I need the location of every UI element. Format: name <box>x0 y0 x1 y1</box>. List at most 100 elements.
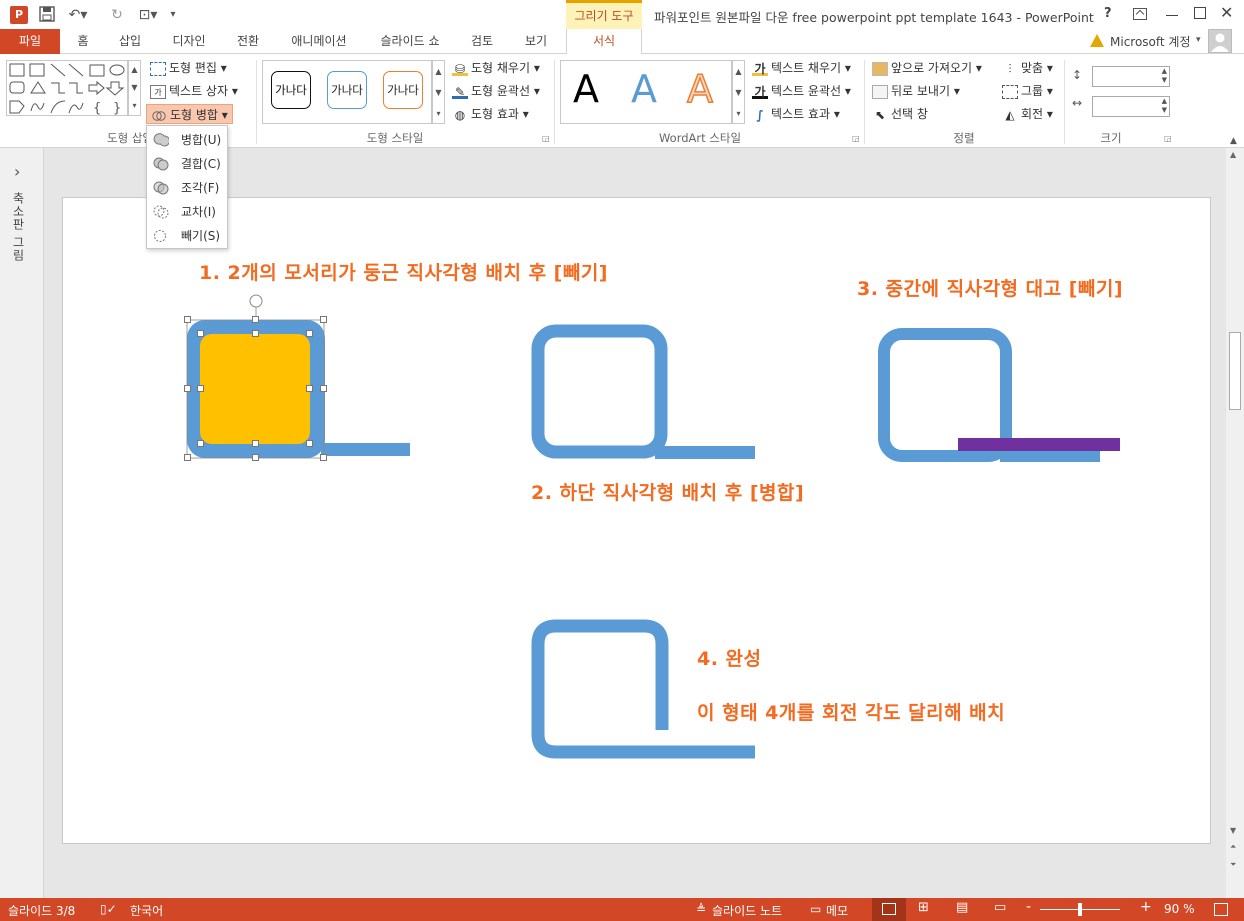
slide-counter[interactable]: 슬라이드 3/8 <box>8 902 75 919</box>
tab-file[interactable]: 파일 <box>0 29 60 54</box>
zoom-out-button[interactable]: - <box>1026 899 1031 915</box>
previous-slide-icon[interactable]: ⏶ <box>1230 842 1236 852</box>
start-from-beginning-icon[interactable]: ⊡▾ <box>136 6 160 24</box>
language-indicator[interactable]: 한국어 <box>130 902 163 919</box>
shape-styles-launcher-icon[interactable]: ◲ <box>542 134 550 143</box>
tab-slideshow[interactable]: 슬라이드 쇼 <box>370 29 450 54</box>
comments-button[interactable]: 메모 <box>826 902 848 919</box>
wordart-gallery[interactable]: A A A <box>560 60 732 124</box>
minimize-button[interactable] <box>1166 15 1178 16</box>
scroll-down-icon[interactable]: ▼ <box>1230 826 1236 835</box>
inner-handle-bl[interactable] <box>197 440 204 447</box>
resize-handle-tr[interactable] <box>320 316 327 323</box>
redo-icon[interactable]: ↻ <box>108 6 126 24</box>
wordart-scroll[interactable]: ▲ ▼ ▾ <box>732 60 745 124</box>
shape-style-preset-3[interactable]: 가나다 <box>383 71 423 109</box>
resize-handle-bl[interactable] <box>184 454 191 461</box>
resize-handle-tl[interactable] <box>184 316 191 323</box>
expand-thumbnails-icon[interactable]: › <box>14 162 20 181</box>
menu-item-subtract[interactable]: 빼기(S) <box>149 224 225 248</box>
width-input[interactable]: ▲ ▼ <box>1092 96 1170 117</box>
tab-review[interactable]: 검토 <box>462 29 502 54</box>
tab-format[interactable]: 서식 <box>566 29 642 55</box>
next-slide-icon[interactable]: ⏷ <box>1230 860 1236 870</box>
thumbnail-pane[interactable]: › 축소판 그림 <box>0 148 44 898</box>
inner-rounded-rectangle[interactable] <box>200 334 310 444</box>
ribbon-display-options-icon[interactable] <box>1133 8 1147 20</box>
zoom-slider-thumb[interactable] <box>1078 903 1082 916</box>
tab-transitions[interactable]: 전환 <box>228 29 268 54</box>
menu-item-combine[interactable]: 결합(C) <box>149 152 225 176</box>
undo-icon[interactable]: ↶▾ <box>66 6 90 24</box>
shape-fill-button[interactable]: ⛁ 도형 채우기 ▾ <box>452 58 540 78</box>
bottom-bar-rectangle[interactable] <box>321 443 410 456</box>
normal-view-button[interactable] <box>872 898 906 921</box>
resize-handle-tm[interactable] <box>252 316 259 323</box>
inner-handle-mr[interactable] <box>306 385 313 392</box>
rotation-handle-icon[interactable] <box>249 294 263 308</box>
account-link[interactable]: Microsoft 계정 <box>1110 33 1191 50</box>
tab-insert[interactable]: 삽입 <box>110 29 150 54</box>
menu-item-intersect[interactable]: 교차(I) <box>149 200 225 224</box>
collapse-ribbon-icon[interactable]: ▲ <box>1230 136 1237 146</box>
save-icon[interactable] <box>38 6 56 24</box>
text-fill-button[interactable]: 가 텍스트 채우기 ▾ <box>752 58 851 78</box>
resize-handle-ml[interactable] <box>184 385 191 392</box>
edit-shape-button[interactable]: 도형 편집 ▾ <box>150 58 227 78</box>
tab-animations[interactable]: 애니메이션 <box>282 29 356 54</box>
step3-bottom-bar[interactable] <box>1000 450 1100 462</box>
zoom-in-button[interactable]: + <box>1140 899 1152 915</box>
wordart-launcher-icon[interactable]: ◲ <box>852 134 860 143</box>
reading-view-icon[interactable]: ▤ <box>956 900 968 915</box>
selection-pane-button[interactable]: ⬉ 선택 창 <box>872 104 928 124</box>
menu-item-fragment[interactable]: 조각(F) <box>149 176 225 200</box>
completed-shape[interactable] <box>531 619 755 759</box>
resize-handle-br[interactable] <box>320 454 327 461</box>
account-dropdown-icon[interactable]: ▾ <box>1196 35 1201 45</box>
merge-shapes-button[interactable]: 도형 병합 ▾ <box>146 104 233 124</box>
size-launcher-icon[interactable]: ◲ <box>1164 134 1172 143</box>
shape-effects-button[interactable]: ◍ 도형 효과 ▾ <box>452 104 529 124</box>
inner-handle-tr[interactable] <box>306 330 313 337</box>
shape-gallery-scroll[interactable]: ▲ ▼ ▾ <box>128 60 141 116</box>
notes-button[interactable]: 슬라이드 노트 <box>712 902 782 919</box>
wordart-style-blue[interactable]: A <box>631 67 657 111</box>
inner-handle-ml[interactable] <box>197 385 204 392</box>
text-outline-button[interactable]: 가 텍스트 윤곽선 ▾ <box>752 81 851 101</box>
avatar[interactable] <box>1208 29 1232 53</box>
fit-slide-icon[interactable] <box>1214 903 1228 916</box>
resize-handle-mr[interactable] <box>320 385 327 392</box>
text-box-button[interactable]: 가 텍스트 상자 ▾ <box>150 81 238 101</box>
shape-style-scroll[interactable]: ▲ ▼ ▾ <box>432 60 445 124</box>
wordart-style-orange-outline[interactable]: A <box>686 66 714 112</box>
zoom-slider[interactable] <box>1040 903 1120 916</box>
shape-style-preset-1[interactable]: 가나다 <box>271 71 311 109</box>
shape-outline-button[interactable]: ✎ 도형 윤곽선 ▾ <box>452 81 540 101</box>
menu-item-union[interactable]: 병합(U) <box>149 128 225 152</box>
customize-qat-icon[interactable]: ▾ <box>164 6 182 24</box>
text-effects-button[interactable]: ∫ 텍스트 효과 ▾ <box>752 104 840 124</box>
step3-frame-outline[interactable] <box>878 328 1012 462</box>
slideshow-view-icon[interactable]: ▭ <box>994 900 1006 915</box>
shape-style-gallery[interactable]: 가나다 가나다 가나다 <box>262 60 432 124</box>
height-input[interactable]: ▲ ▼ <box>1092 66 1170 87</box>
resize-handle-bm[interactable] <box>252 454 259 461</box>
tab-view[interactable]: 보기 <box>514 29 558 54</box>
restore-button[interactable] <box>1194 7 1206 19</box>
inner-handle-bm[interactable] <box>252 440 259 447</box>
tab-design[interactable]: 디자인 <box>164 29 214 54</box>
align-button[interactable]: ⫶ 맞춤 ▾ <box>1002 58 1052 78</box>
shape-gallery[interactable]: {} <box>6 60 128 116</box>
vertical-scrollbar[interactable]: ▲ ▼ ⏶ ⏷ <box>1226 148 1244 898</box>
inner-handle-tl[interactable] <box>197 330 204 337</box>
inner-handle-tm[interactable] <box>252 330 259 337</box>
inner-handle-br[interactable] <box>306 440 313 447</box>
help-button[interactable]: ? <box>1104 6 1112 21</box>
scroll-up-icon[interactable]: ▲ <box>1230 150 1236 159</box>
merged-bottom-bar[interactable] <box>655 446 755 459</box>
scroll-thumb[interactable] <box>1229 332 1241 410</box>
slide-sorter-icon[interactable]: ⊞ <box>918 900 929 915</box>
shape-style-preset-2[interactable]: 가나다 <box>327 71 367 109</box>
merged-frame-outline[interactable] <box>531 324 668 459</box>
notes-icon[interactable]: ≜ <box>696 902 706 916</box>
